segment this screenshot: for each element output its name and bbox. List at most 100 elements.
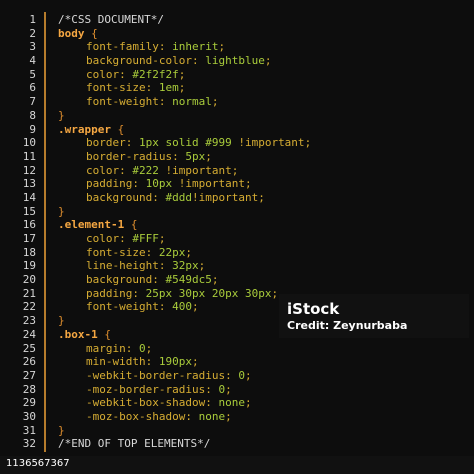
code-text: .wrapper { (36, 123, 124, 137)
code-text: -moz-box-shadow: none; (36, 410, 232, 424)
token-punc: ; (158, 232, 166, 245)
line-number: 21 (22, 286, 36, 300)
code-text: line-height: 32px; (36, 259, 205, 273)
token-val: #549dc5 (165, 273, 212, 287)
line-number: 23 (22, 314, 36, 328)
token-imp: !important (238, 136, 305, 150)
line-number: 28 (22, 382, 36, 396)
token-prop: background: (86, 273, 159, 287)
line-number: 27 (22, 368, 36, 382)
line-number: 20 (22, 273, 36, 287)
token-brace: } (58, 108, 65, 122)
code-text: font-weight: normal; (36, 95, 218, 109)
token-punc: ; (231, 163, 239, 177)
code-line: 23} (0, 314, 311, 328)
code-text: font-size: 22px; (36, 246, 192, 260)
code-text: -moz-border-radius: 0; (36, 383, 232, 397)
token-brace: } (58, 423, 65, 437)
watermark-credit: Credit: Zeynurbaba (287, 319, 408, 332)
token-val: 5px (185, 149, 206, 163)
code-area[interactable]: 1/*CSS DOCUMENT*/2 body {3 font-family: in… (0, 13, 311, 451)
code-line: 9 .wrapper { (0, 123, 311, 137)
token-comment: /*CSS DOCUMENT*/ (58, 13, 164, 26)
code-line: 8} (0, 109, 311, 123)
code-text: color: #2f2f2f; (36, 68, 185, 82)
token-val: 0 (238, 368, 245, 382)
token-punc: ; (205, 149, 212, 163)
line-number: 19 (22, 259, 36, 273)
code-text: .element-1 { (36, 218, 137, 232)
token-val: lightblue (205, 54, 265, 68)
code-line: 11 border-radius: 5px; (0, 150, 311, 164)
line-number: 11 (22, 149, 36, 163)
code-line: 31} (0, 424, 311, 438)
line-number: 8 (29, 108, 36, 122)
code-text: font-size: 1em; (36, 81, 185, 95)
footer-bar: 1136567367 (0, 456, 474, 474)
token-prop: margin: (86, 341, 133, 355)
token-brace: } (58, 204, 65, 218)
token-prop: -webkit-box-shadow: (86, 396, 212, 410)
token-selector: .wrapper (58, 122, 111, 136)
token-punc: ; (258, 190, 265, 204)
code-line: 27 -webkit-border-radius: 0; (0, 369, 311, 383)
line-number: 2 (29, 26, 36, 40)
token-prop: color: (86, 232, 126, 245)
token-prop: font-size: (86, 81, 153, 95)
token-punc: ; (198, 259, 206, 273)
code-text: } (36, 205, 65, 219)
token-punc: ; (271, 286, 279, 300)
token-val: 25px 30px 20px 30px (145, 286, 272, 300)
code-text: border: 1px solid #999 !important; (36, 136, 311, 150)
token-prop: color: (86, 163, 126, 177)
code-text: border-radius: 5px; (36, 150, 212, 164)
token-val: 400 (172, 300, 192, 314)
code-text: .box-1 { (36, 328, 111, 342)
line-number: 18 (22, 245, 36, 259)
token-brace: } (58, 314, 65, 328)
token-imp: !important (191, 190, 259, 204)
token-val: #FFF (132, 232, 159, 245)
line-number: 13 (22, 177, 36, 191)
code-line: 4 background-color: lightblue; (0, 54, 311, 68)
token-prop: -moz-border-radius: (86, 382, 212, 396)
token-punc: ; (244, 368, 252, 382)
code-text: } (36, 314, 65, 328)
code-line: 15} (0, 205, 311, 219)
code-line: 13 padding: 10px !important; (0, 177, 311, 191)
code-line: 26 min-width: 190px; (0, 355, 311, 369)
token-prop: background: (86, 190, 159, 204)
line-number: 14 (22, 190, 36, 204)
line-number: 24 (22, 327, 36, 341)
code-line: 6 font-size: 1em; (0, 81, 311, 95)
token-punc: ; (211, 95, 219, 109)
token-val: 0 (138, 341, 146, 355)
token-punc: ; (218, 40, 226, 54)
code-text: min-width: 190px; (36, 355, 199, 369)
code-text: /*CSS DOCUMENT*/ (36, 13, 164, 27)
code-line: 22 font-weight: 400; (0, 300, 311, 314)
token-val: 22px (158, 245, 186, 259)
token-punc: ; (178, 81, 186, 95)
code-line: 10 border: 1px solid #999 !important; (0, 136, 311, 150)
token-punc: ; (145, 341, 153, 355)
code-text: /*END OF TOP ELEMENTS*/ (36, 437, 210, 451)
line-number: 3 (29, 40, 36, 54)
line-number: 15 (22, 204, 36, 218)
watermark-logo: iStock (287, 300, 340, 318)
token-prop: -moz-box-shadow: (86, 409, 192, 423)
code-line: 32 /*END OF TOP ELEMENTS*/ (0, 437, 311, 451)
line-number: 16 (22, 218, 36, 232)
code-text: -webkit-box-shadow: none; (36, 396, 252, 410)
token-prop: font-weight: (86, 300, 166, 314)
token-prop: border: (86, 136, 133, 150)
token-punc: ; (178, 67, 186, 81)
code-editor: 1/*CSS DOCUMENT*/2 body {3 font-family: in… (0, 0, 474, 456)
token-val: 190px (158, 355, 192, 369)
